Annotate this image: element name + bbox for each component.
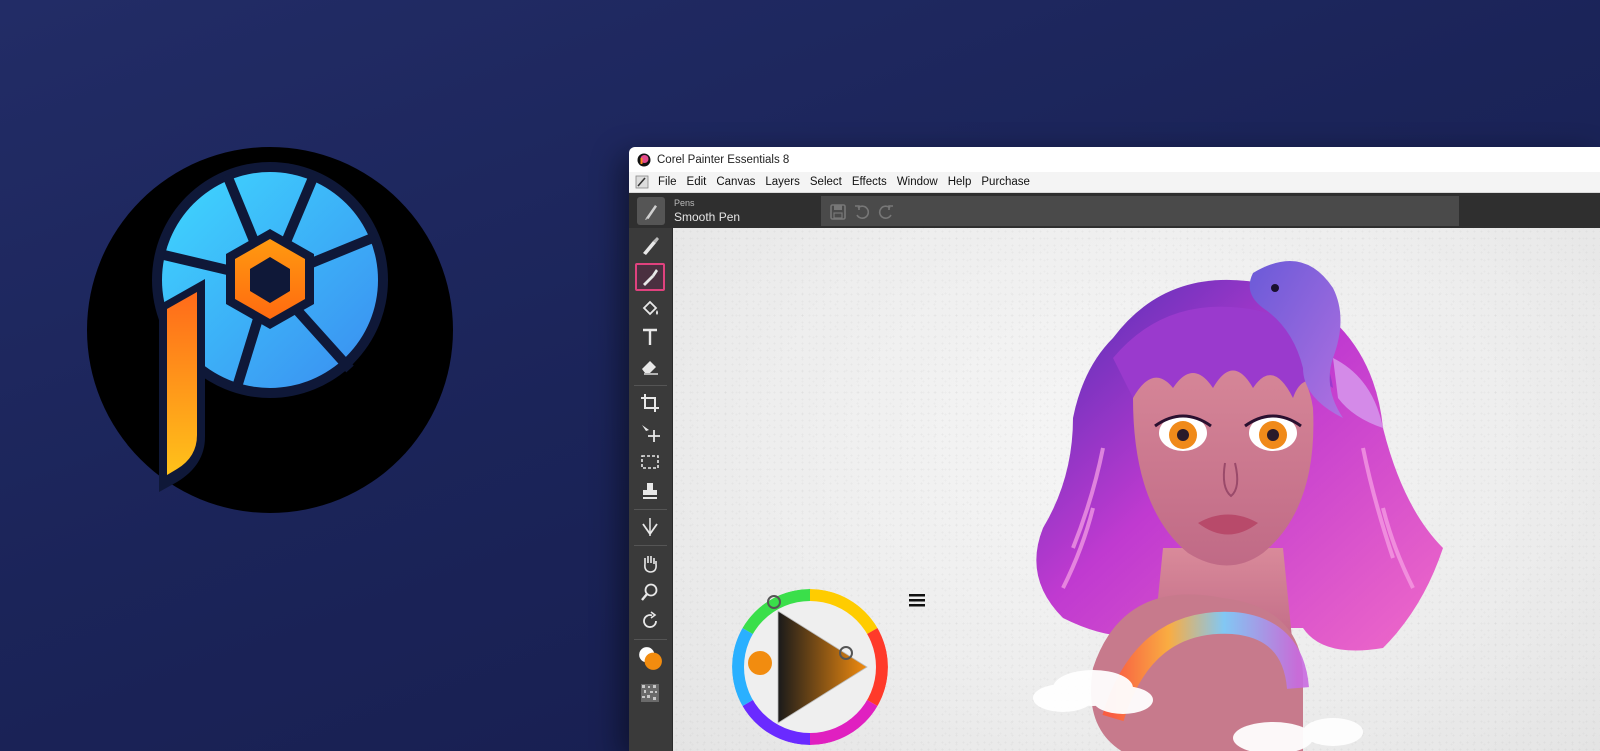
painter-logo [87,147,453,513]
eraser-tool[interactable] [635,352,665,380]
stamp-icon [643,483,657,499]
text-tool[interactable] [635,323,665,351]
artwork-image [1033,261,1443,751]
rotate-page-tool[interactable] [635,607,665,635]
menu-help[interactable]: Help [944,176,978,188]
toolbox-divider [634,639,667,640]
undo-icon[interactable] [853,203,871,221]
hamburger-icon [909,594,925,607]
toolbox [629,228,673,751]
dropper-icon [643,269,658,286]
property-panel [821,196,1459,226]
text-icon [643,328,657,345]
app-window: Corel Painter Essentials 8 File Edit Can… [629,147,1600,751]
color-swatch[interactable] [635,642,665,674]
transform-icon [642,425,660,442]
color-wheel[interactable] [732,589,888,745]
crop-tool[interactable] [635,389,665,417]
brush-menu-icon[interactable] [635,175,649,189]
brush-selector-button[interactable] [637,197,665,225]
menu-file[interactable]: File [654,176,683,188]
save-icon[interactable] [829,203,847,221]
pen-nib-icon [645,205,657,220]
menu-bar: File Edit Canvas Layers Select Effects W… [629,172,1600,193]
dropper-tool[interactable] [635,263,665,291]
drawing-canvas[interactable] [673,228,1600,751]
eraser-icon [642,361,658,375]
menu-layers[interactable]: Layers [761,176,806,188]
magnifier-icon [641,583,658,601]
mirror-icon [642,518,658,536]
menu-purchase[interactable]: Purchase [977,176,1036,188]
menu-window[interactable]: Window [893,176,944,188]
hand-icon [644,556,657,573]
grabber-tool[interactable] [635,549,665,577]
toolbox-divider [634,509,667,510]
brush-tool[interactable] [635,232,665,260]
rectangular-selection-tool[interactable] [635,448,665,476]
brush-icon [643,237,659,255]
color-swatch-icon [639,647,662,670]
artwork-illustration [1003,248,1463,751]
brush-variant[interactable]: Smooth Pen [674,210,740,224]
menu-edit[interactable]: Edit [683,176,713,188]
mirror-tool[interactable] [635,513,665,541]
color-wheel-graphic [732,589,888,745]
property-bar: Pens Smooth Pen [629,193,1600,228]
paint-bucket-icon [642,300,658,316]
paper-texture-icon [641,684,659,702]
menu-effects[interactable]: Effects [848,176,893,188]
color-wheel-menu-icon[interactable] [909,593,925,607]
redo-icon[interactable] [877,203,895,221]
menu-select[interactable]: Select [806,176,848,188]
rectangle-select-icon [641,455,659,469]
toolbox-divider [634,545,667,546]
rotate-icon [643,611,657,628]
title-bar: Corel Painter Essentials 8 [629,147,1600,172]
paper-texture-selector[interactable] [635,679,665,707]
menu-canvas[interactable]: Canvas [712,176,761,188]
brush-category: Pens [674,198,695,208]
painter-logo-icon [87,147,453,513]
crop-icon [641,394,659,412]
transform-tool[interactable] [635,419,665,447]
window-title: Corel Painter Essentials 8 [657,153,790,166]
toolbox-divider [634,385,667,386]
magnifier-tool[interactable] [635,578,665,606]
app-icon [637,153,651,166]
paint-bucket-tool[interactable] [635,294,665,322]
clone-stamp-tool[interactable] [635,477,665,505]
